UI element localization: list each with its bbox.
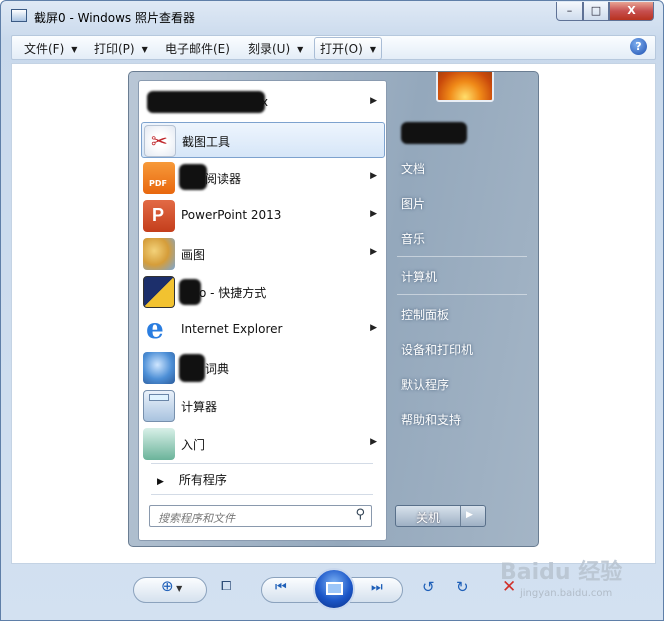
title-bar: 截屏0 - Windows 照片查看器 – □ X	[1, 1, 663, 31]
watermark-url: jingyan.baidu.com	[520, 588, 613, 599]
redacted-username	[401, 122, 467, 144]
submenu-arrow-icon: ▶	[370, 209, 377, 219]
right-item-default-programs[interactable]: 默认程序	[401, 376, 449, 393]
minimize-button[interactable]: –	[556, 2, 583, 21]
divider	[151, 463, 373, 464]
program-item-pdf-reader[interactable]: PDF 阅读器 ▶	[141, 160, 385, 196]
rotate-right-icon[interactable]: ↻	[456, 578, 469, 596]
search-icon[interactable]: ⚲	[355, 507, 365, 522]
user-picture[interactable]	[436, 72, 494, 102]
program-list-pane: x ▶ ✂ 截图工具 PDF 阅读器 ▶ P PowerPoint 2013 ▶…	[138, 80, 387, 541]
getting-started-icon	[143, 428, 175, 460]
redaction-blot	[179, 279, 201, 305]
divider	[151, 494, 373, 495]
program-item-calculator[interactable]: 计算器	[141, 388, 385, 424]
triangle-right-icon: ▶	[157, 477, 164, 487]
photo-viewer-app-icon	[11, 9, 27, 22]
slideshow-icon	[326, 582, 343, 595]
program-item-shortcut[interactable]: o - 快捷方式	[141, 274, 385, 310]
open-menu[interactable]: 打开(O) ▼	[314, 37, 382, 60]
right-item-documents[interactable]: 文档	[401, 160, 425, 177]
shutdown-label: 关机	[415, 511, 440, 525]
redaction-blot	[147, 91, 265, 113]
right-item-control-panel[interactable]: 控制面板	[401, 306, 449, 323]
divider	[460, 506, 461, 526]
calculator-icon	[143, 390, 175, 422]
program-label: x	[261, 95, 269, 109]
actual-size-icon[interactable]: ⧠	[221, 579, 231, 594]
shortcut-app-icon	[143, 276, 175, 308]
zoom-icon[interactable]: ⊕ ▼	[161, 577, 182, 595]
program-item-snipping-tool[interactable]: ✂ 截图工具	[141, 122, 385, 158]
previous-icon[interactable]: ⏮	[275, 580, 287, 595]
burn-menu-label: 刻录(U)	[248, 42, 291, 56]
file-menu-label: 文件(F)	[24, 42, 65, 56]
chevron-down-icon: ▼	[369, 45, 376, 54]
right-item-devices-printers[interactable]: 设备和打印机	[401, 341, 473, 358]
chevron-down-icon: ▼	[141, 45, 148, 54]
right-item-pictures[interactable]: 图片	[401, 195, 425, 212]
slideshow-button[interactable]	[313, 568, 355, 610]
open-menu-label: 打开(O)	[320, 42, 363, 56]
start-menu-screenshot: x ▶ ✂ 截图工具 PDF 阅读器 ▶ P PowerPoint 2013 ▶…	[128, 71, 539, 547]
program-label: o - 快捷方式	[199, 286, 267, 300]
program-label: 计算器	[181, 400, 218, 414]
program-label: Internet Explorer	[181, 322, 283, 336]
maximize-button[interactable]: □	[583, 2, 609, 21]
program-label: PowerPoint 2013	[181, 208, 282, 222]
divider	[397, 294, 527, 295]
pdf-reader-icon: PDF	[143, 162, 175, 194]
command-bar: 文件(F) ▼ 打印(P) ▼ 电子邮件(E) 刻录(U) ▼ 打开(O) ▼	[11, 35, 656, 60]
program-label: 阅读器	[205, 172, 242, 186]
shutdown-button[interactable]: 关机 ▶	[395, 505, 486, 527]
baidu-watermark: Baidu 经验	[500, 560, 623, 585]
file-menu[interactable]: 文件(F) ▼	[24, 40, 77, 57]
triangle-right-icon[interactable]: ▶	[466, 510, 473, 520]
program-label: 入门	[181, 438, 206, 452]
help-icon[interactable]: ?	[630, 38, 647, 55]
close-button[interactable]: X	[609, 2, 654, 21]
paint-palette-icon	[143, 238, 175, 270]
redaction-blot	[179, 354, 205, 382]
window-title: 截屏0 - Windows 照片查看器	[34, 11, 195, 25]
chevron-down-icon: ▼	[297, 45, 304, 54]
powerpoint-icon: P	[143, 200, 175, 232]
submenu-arrow-icon: ▶	[370, 96, 377, 106]
program-label: 画图	[181, 248, 206, 262]
submenu-arrow-icon: ▶	[370, 323, 377, 333]
all-programs-button[interactable]: ▶ 所有程序	[157, 471, 227, 488]
program-item-internet-explorer[interactable]: e Internet Explorer ▶	[141, 312, 385, 348]
right-item-computer[interactable]: 计算机	[401, 268, 437, 285]
submenu-arrow-icon: ▶	[370, 247, 377, 257]
program-label: 截图工具	[182, 135, 231, 149]
program-label: 词典	[205, 362, 230, 376]
email-button[interactable]: 电子邮件(E)	[165, 40, 230, 57]
search-input[interactable]: 搜索程序和文件 ⚲	[149, 505, 372, 527]
program-item-paint[interactable]: 画图 ▶	[141, 236, 385, 272]
submenu-arrow-icon: ▶	[370, 437, 377, 447]
rotate-left-icon[interactable]: ↺	[422, 578, 435, 596]
right-item-help-support[interactable]: 帮助和支持	[401, 411, 461, 428]
print-menu[interactable]: 打印(P) ▼	[94, 40, 148, 57]
program-item-dictionary[interactable]: 词典	[141, 350, 385, 386]
all-programs-label: 所有程序	[178, 473, 227, 487]
scissors-icon: ✂	[144, 125, 176, 157]
redaction-blot	[179, 164, 207, 190]
program-item-getting-started[interactable]: 入门 ▶	[141, 426, 385, 462]
print-menu-label: 打印(P)	[94, 42, 135, 56]
internet-explorer-icon: e	[146, 312, 164, 345]
right-item-music[interactable]: 音乐	[401, 230, 425, 247]
photo-viewer-window: 截屏0 - Windows 照片查看器 – □ X 文件(F) ▼ 打印(P) ▼ …	[0, 0, 664, 621]
search-placeholder: 搜索程序和文件	[158, 512, 235, 525]
burn-menu[interactable]: 刻录(U) ▼	[248, 40, 303, 57]
chevron-down-icon: ▼	[71, 45, 78, 54]
next-icon[interactable]: ⏭	[371, 580, 383, 595]
program-item-powerpoint[interactable]: P PowerPoint 2013 ▶	[141, 198, 385, 234]
program-item-blurred[interactable]: x ▶	[141, 85, 385, 121]
divider	[397, 256, 527, 257]
submenu-arrow-icon: ▶	[370, 171, 377, 181]
dictionary-icon	[143, 352, 175, 384]
